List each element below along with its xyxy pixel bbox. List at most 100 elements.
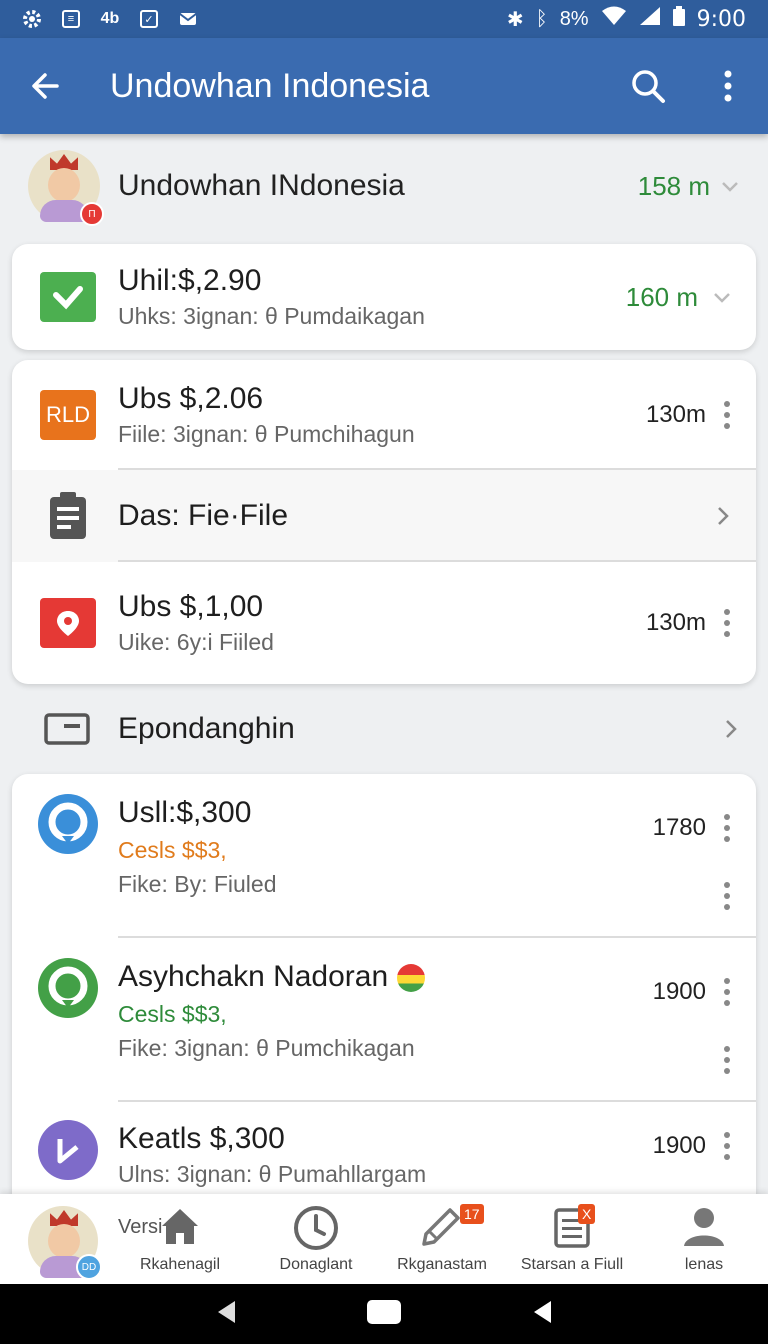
home-icon [162, 1209, 198, 1244]
signal-icon [639, 6, 661, 32]
item-subtitle: Uhks: 3ignan: θ Pumdaikagan [118, 303, 425, 329]
nav-label: lenas [684, 1256, 724, 1273]
item-subtitle: Uike: 6y:i Fiiled [118, 629, 274, 655]
triangle-back-icon [217, 1300, 235, 1323]
item-meta: 1900 [652, 978, 706, 1005]
back-nav-button[interactable] [215, 1299, 237, 1330]
more-vert-icon[interactable] [722, 609, 732, 637]
settings-icon [22, 9, 42, 29]
item-title: Asyhchakn Nadoran [118, 958, 653, 996]
list-item[interactable]: Asyhchakn Nadoran Cesls $$3, Fike: 3igna… [12, 938, 756, 1102]
more-vert-icon[interactable] [722, 401, 732, 429]
header-meta: 158 m [637, 170, 710, 201]
profile-avatar[interactable]: DD [28, 1206, 102, 1280]
item-meta: 130m [645, 401, 706, 428]
nav-item-clipboard[interactable]: X Starsan a Fiull [502, 1204, 642, 1274]
card-top: Uhil:$,2.90 Uhks: 3ignan: θ Pumdaikagan … [12, 244, 756, 350]
nav-label: Starsan a Fiull [520, 1256, 624, 1273]
chevron-right-icon [718, 507, 729, 525]
nav-item-edit[interactable]: 17 Rkganastam [372, 1204, 512, 1274]
nav-label: Donaglant [279, 1256, 353, 1273]
chevron-down-icon[interactable] [720, 176, 740, 196]
avatar[interactable]: Π [28, 150, 104, 226]
back-button[interactable] [0, 38, 90, 134]
nav-label: Rkganastam [397, 1256, 487, 1273]
item-accent: Cesls $$3, [118, 837, 227, 863]
item-meta: 160 m [625, 281, 698, 312]
status-bar: ≡ 4b ✓ ✱ ᛒ 8% 9:00 [0, 0, 768, 38]
home-square-icon [366, 1299, 401, 1324]
app-bar: Undowhan Indonesia [0, 38, 768, 134]
nav-item-home[interactable]: Rkahenagil [110, 1204, 250, 1274]
item-subtitle: Fike: 3ignan: θ Pumchikagan [118, 1035, 415, 1061]
item-subtitle: Fike: By: Fiuled [118, 871, 277, 897]
triangle-recents-icon [534, 1300, 552, 1323]
mail-icon [178, 9, 198, 29]
chat-bubble-icon [38, 958, 98, 1018]
avatar-badge: DD [76, 1254, 102, 1280]
chevron-down-icon[interactable] [712, 287, 732, 307]
bluetooth-alt-icon: ᛒ [535, 7, 548, 30]
bluetooth-icon: ✱ [506, 8, 524, 31]
chat-bubble-icon [38, 794, 98, 854]
battery-percent: 8% [559, 7, 589, 30]
item-title: Das: Fie·File [118, 499, 289, 532]
emoji-icon [396, 964, 425, 993]
home-nav-button[interactable] [366, 1299, 402, 1330]
item-title: Uhil:$,2.90 [118, 264, 262, 297]
list-item[interactable]: Usll:$,300 Cesls $$3, Fike: By: Fiuled 1… [12, 774, 756, 938]
section-title: Epondanghin [118, 712, 295, 745]
bottom-navigation: DD Versi Rkahenagil Donaglant 17 Rkganas… [0, 1194, 768, 1284]
sim-icon: ≡ [62, 10, 80, 28]
more-vert-icon[interactable] [722, 814, 732, 842]
location-icon [40, 598, 96, 648]
list-item[interactable]: Ubs $,1,00 Uike: 6y:i Fiiled 130m [12, 562, 756, 684]
network-type-icon: 4b [100, 10, 120, 27]
notification-badge: 17 [460, 1204, 484, 1224]
more-vert-icon[interactable] [722, 978, 732, 1006]
list-item[interactable]: Uhil:$,2.90 Uhks: 3ignan: θ Pumdaikagan … [12, 244, 756, 350]
conversation-header[interactable]: Π Undowhan INdonesia 158 m [0, 134, 768, 238]
item-title: Ubs $,1,00 [118, 590, 264, 623]
arrow-back-icon [32, 73, 59, 99]
search-icon [632, 70, 665, 103]
nav-item-history[interactable]: Donaglant [246, 1204, 386, 1274]
list-item[interactable]: RLD Ubs $,2.06 Fiile: 3ignan: θ Pumchiha… [12, 360, 756, 470]
document-icon [50, 492, 86, 539]
item-subtitle: Fiile: 3ignan: θ Pumchihagun [118, 421, 415, 447]
file-type-icon: RLD [40, 390, 96, 440]
item-meta: 1900 [652, 1132, 706, 1159]
item-subtitle: Ulns: 3ignan: θ Pumahllargam [118, 1161, 427, 1187]
more-vert-icon[interactable] [722, 882, 732, 910]
avatar-badge: Π [80, 202, 104, 226]
item-meta: 130m [645, 609, 706, 636]
notification-badge: X [578, 1204, 596, 1224]
play-icon [38, 1120, 98, 1180]
recents-nav-button[interactable] [531, 1299, 553, 1330]
clock: 9:00 [696, 6, 746, 32]
battery-icon [672, 6, 685, 32]
check-icon [40, 272, 96, 322]
page-title: Undowhan Indonesia [110, 66, 430, 105]
pen-icon [422, 1208, 460, 1246]
nav-item-profile[interactable]: lenas [634, 1204, 768, 1274]
more-options-button[interactable] [688, 38, 768, 134]
search-button[interactable] [608, 38, 688, 134]
list-item[interactable]: Das: Fie·File [12, 470, 756, 562]
wifi-icon [601, 6, 627, 32]
item-title: Ubs $,2.06 [118, 382, 264, 415]
item-title: Keatls $,300 [118, 1122, 285, 1155]
more-vert-icon[interactable] [722, 1046, 732, 1074]
card-chats: Usll:$,300 Cesls $$3, Fike: By: Fiuled 1… [12, 774, 756, 1214]
header-name: Undowhan INdonesia [118, 169, 405, 202]
system-navigation-bar [0, 1284, 768, 1344]
item-title: Usll:$,300 [118, 796, 252, 829]
item-meta: 1780 [652, 814, 706, 841]
item-accent: Cesls $$3, [118, 1001, 227, 1027]
more-vert-icon [724, 70, 732, 102]
person-icon [684, 1208, 724, 1246]
card-icon [44, 713, 90, 745]
section-row[interactable]: Epondanghin [0, 686, 768, 772]
more-vert-icon[interactable] [722, 1132, 732, 1160]
chevron-right-icon [726, 720, 737, 738]
